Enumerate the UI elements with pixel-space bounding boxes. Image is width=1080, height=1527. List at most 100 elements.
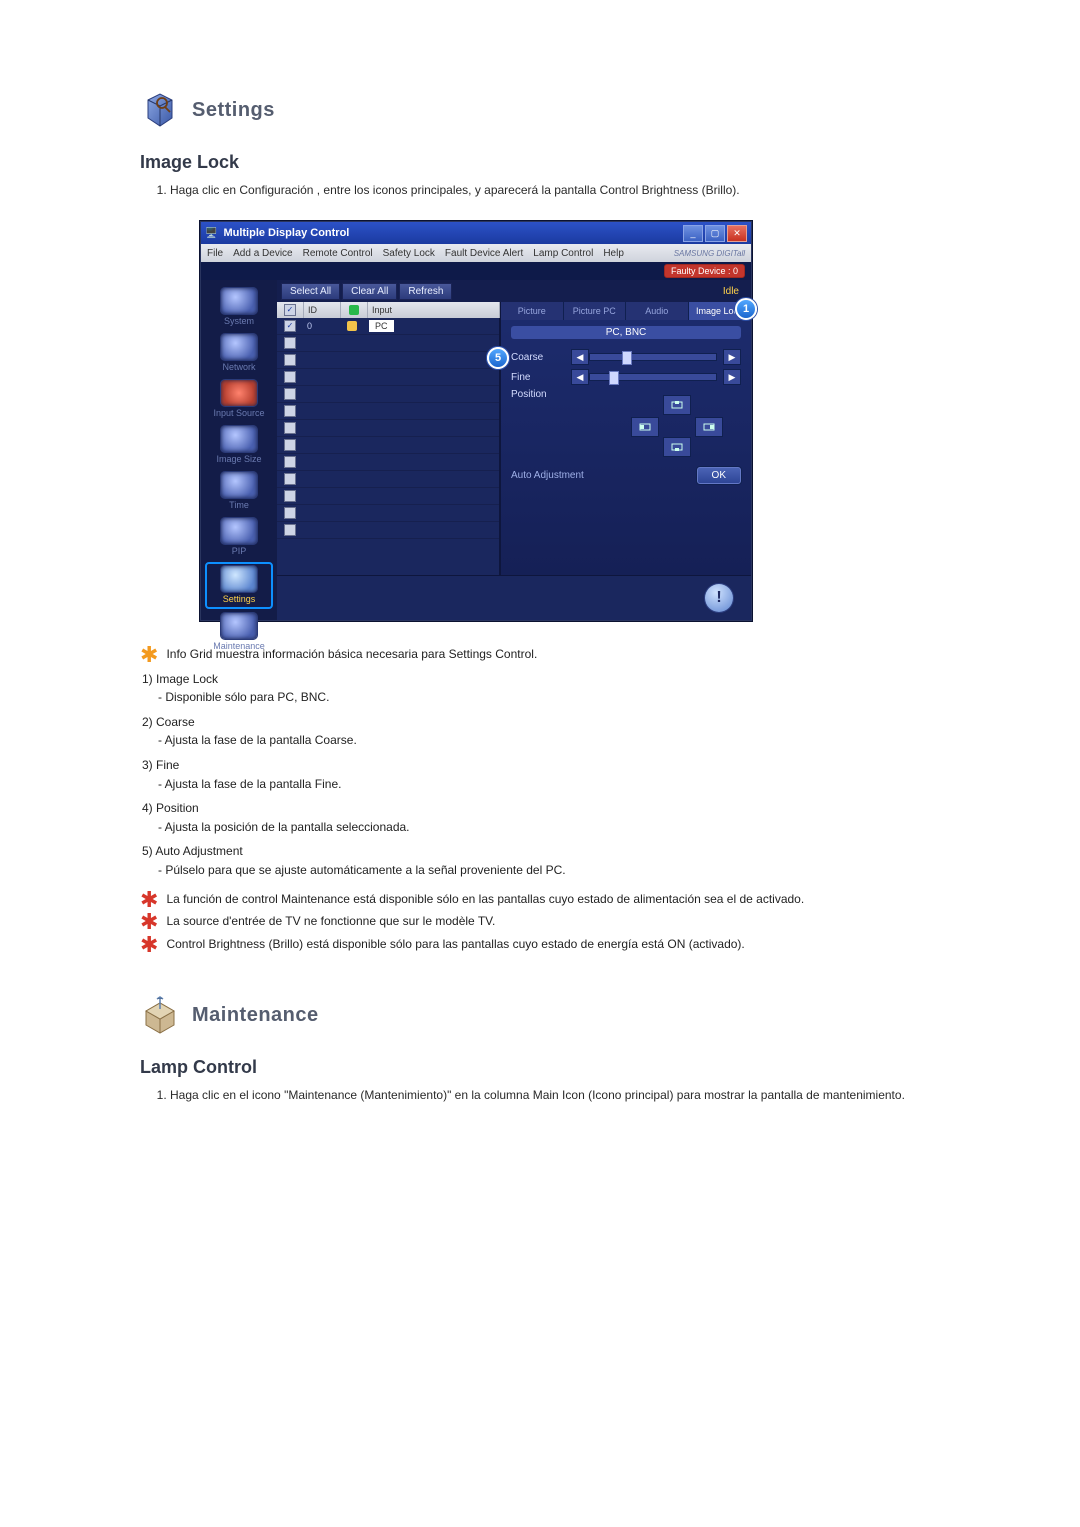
close-button[interactable]: ✕ (727, 225, 747, 242)
maintenance-instruction-1: Haga clic en el icono "Maintenance (Mant… (170, 1088, 940, 1102)
grid-row (277, 403, 499, 420)
source-badge: PC, BNC (511, 326, 741, 339)
settings-section-header: Settings (140, 90, 940, 130)
menu-fault-device-alert[interactable]: Fault Device Alert (445, 248, 523, 259)
maintenance-title: Maintenance (192, 1004, 319, 1027)
grid-body: 0 PC (277, 318, 500, 575)
nav-image-size-label: Image Size (216, 454, 261, 464)
nav-network[interactable]: Network (207, 332, 271, 376)
settings-title: Settings (192, 99, 275, 122)
row-checkbox[interactable] (284, 320, 296, 332)
star-icon: ✱ (140, 648, 158, 667)
grid-col-input: Input (368, 302, 500, 318)
row-status-dot-icon (347, 321, 357, 331)
menu-safety-lock[interactable]: Safety Lock (383, 248, 435, 259)
warn-2: ✱ La source d'entrée de TV ne fonctionne… (140, 912, 940, 931)
info-icon: ! (705, 584, 733, 612)
nav-pip[interactable]: PIP (207, 516, 271, 560)
coarse-slider[interactable] (589, 353, 717, 361)
grid-row (277, 386, 499, 403)
position-up-button[interactable] (663, 395, 691, 415)
settings-cube-icon (140, 90, 180, 130)
row-id: 0 (303, 318, 339, 334)
star-icon: ✱ (140, 938, 158, 957)
brand-label: SAMSUNG DIGITall (674, 249, 745, 258)
grid-row (277, 505, 499, 522)
fine-decrease-button[interactable]: ◀ (571, 369, 589, 385)
grid-row (277, 522, 499, 539)
status-dot-icon (349, 305, 359, 315)
window-title: Multiple Display Control (223, 227, 349, 239)
menubar: File Add a Device Remote Control Safety … (201, 244, 751, 262)
nav-time[interactable]: Time (207, 470, 271, 514)
grid-row (277, 454, 499, 471)
auto-adjustment-label: Auto Adjustment (511, 470, 689, 481)
grid-col-id: ID (304, 302, 341, 318)
faulty-device-badge: Faulty Device : 0 (664, 264, 745, 278)
refresh-button[interactable]: Refresh (399, 283, 452, 300)
status-bar: Faulty Device : 0 (201, 262, 751, 280)
tab-picture-pc[interactable]: Picture PC (564, 302, 627, 320)
menu-remote-control[interactable]: Remote Control (303, 248, 373, 259)
position-left-button[interactable] (631, 417, 659, 437)
position-label: Position (511, 389, 571, 400)
maintenance-instruction-list: Haga clic en el icono "Maintenance (Mant… (152, 1088, 940, 1102)
left-nav: System Network Input Source Image Size T… (201, 280, 277, 620)
row-input: PC (369, 320, 394, 332)
fine-increase-button[interactable]: ▶ (723, 369, 741, 385)
grid-row (277, 420, 499, 437)
nav-system-label: System (224, 316, 254, 326)
star-icon: ✱ (140, 915, 158, 934)
minimize-button[interactable]: _ (683, 225, 703, 242)
menu-file[interactable]: File (207, 248, 223, 259)
grid-row (277, 471, 499, 488)
nav-image-size[interactable]: Image Size (207, 424, 271, 468)
grid-row (277, 352, 499, 369)
nav-time-label: Time (229, 500, 249, 510)
app-icon: 🖥️ (205, 228, 217, 239)
nav-input-source-label: Input Source (213, 408, 264, 418)
image-lock-heading: Image Lock (140, 152, 940, 173)
maintenance-box-icon (140, 995, 180, 1035)
fine-slider[interactable] (589, 373, 717, 381)
nav-input-source[interactable]: Input Source (207, 378, 271, 422)
menu-help[interactable]: Help (603, 248, 624, 259)
callout-5: 5 (487, 347, 509, 369)
titlebar: 🖥️ Multiple Display Control _ ▢ ✕ (201, 222, 751, 244)
app-screenshot: 🖥️ Multiple Display Control _ ▢ ✕ File A… (200, 221, 940, 621)
grid-row (277, 335, 499, 352)
position-down-button[interactable] (663, 437, 691, 457)
coarse-label: Coarse (511, 352, 571, 363)
settings-instruction-list: Haga clic en Configuración , entre los i… (152, 183, 940, 197)
select-all-button[interactable]: Select All (281, 283, 340, 300)
grid-row (277, 369, 499, 386)
nav-settings[interactable]: Settings (205, 562, 273, 609)
menu-lamp-control[interactable]: Lamp Control (533, 248, 593, 259)
coarse-decrease-button[interactable]: ◀ (571, 349, 589, 365)
grid-row[interactable]: 0 PC (277, 318, 499, 335)
menu-add-device[interactable]: Add a Device (233, 248, 292, 259)
info-grid-note: ✱ Info Grid muestra información básica n… (140, 645, 940, 664)
header-checkbox[interactable] (284, 304, 296, 316)
settings-instruction-1: Haga clic en Configuración , entre los i… (170, 183, 940, 197)
lamp-control-heading: Lamp Control (140, 1057, 940, 1078)
grid-row (277, 488, 499, 505)
position-right-button[interactable] (695, 417, 723, 437)
callout-1: 1 (735, 298, 757, 320)
tab-audio[interactable]: Audio (626, 302, 689, 320)
nav-system[interactable]: System (207, 286, 271, 330)
maximize-button[interactable]: ▢ (705, 225, 725, 242)
fine-label: Fine (511, 372, 571, 383)
settings-panel: 1 Picture Picture PC Audio Image Lock PC… (500, 302, 751, 575)
warn-1: ✱ La función de control Maintenance está… (140, 890, 940, 909)
grid-row (277, 437, 499, 454)
nav-settings-label: Settings (223, 594, 256, 604)
maintenance-section-header: Maintenance (140, 995, 940, 1035)
window-footer: ! (277, 575, 751, 620)
tab-picture[interactable]: Picture (501, 302, 564, 320)
idle-indicator: Idle (723, 286, 747, 297)
clear-all-button[interactable]: Clear All (342, 283, 397, 300)
coarse-increase-button[interactable]: ▶ (723, 349, 741, 365)
nav-pip-label: PIP (232, 546, 247, 556)
ok-button[interactable]: OK (697, 467, 741, 484)
